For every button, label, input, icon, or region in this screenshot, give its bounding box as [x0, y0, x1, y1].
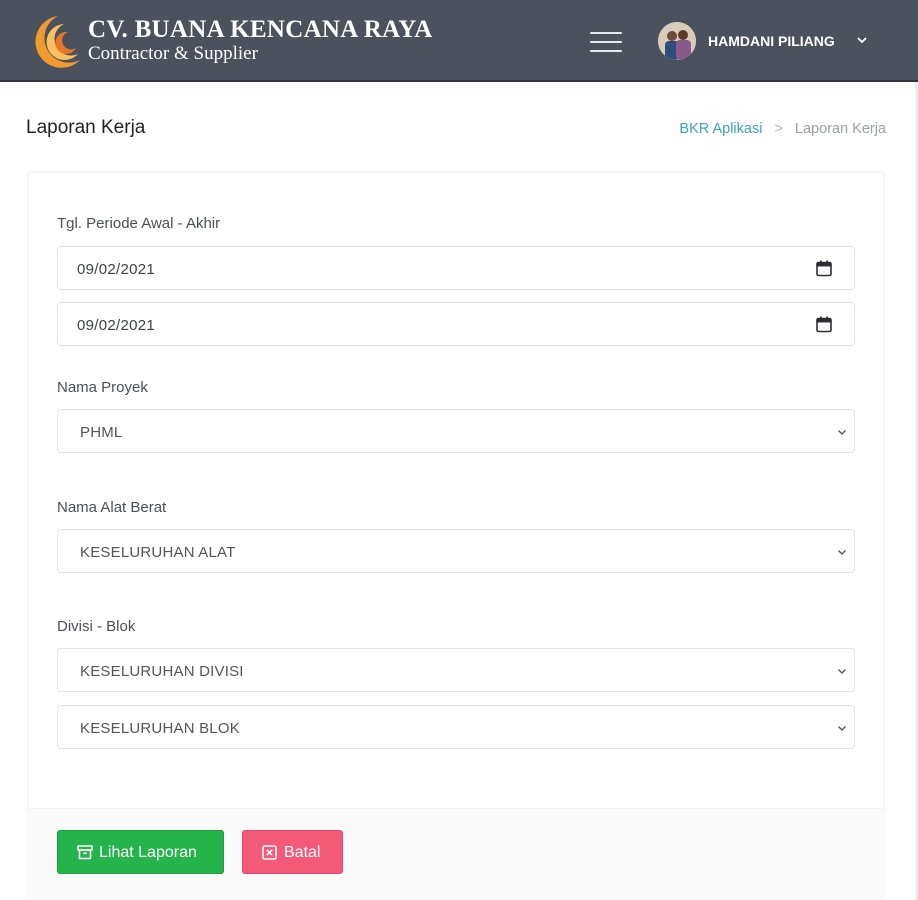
top-navbar: CV. BUANA KENCANA RAYA Contractor & Supp…: [0, 0, 918, 82]
view-report-label: Lihat Laporan: [99, 844, 197, 861]
user-menu-name[interactable]: HAMDANI PILIANG: [708, 33, 835, 49]
chevron-down-icon: [837, 549, 847, 556]
brand-title: CV. BUANA KENCANA RAYA: [88, 16, 433, 43]
chevron-down-icon: [837, 429, 847, 436]
alat-berat-selected-value: KESELURUHAN ALAT: [80, 544, 236, 561]
calendar-icon[interactable]: [816, 316, 832, 333]
view-report-button[interactable]: Lihat Laporan: [57, 830, 224, 874]
alat-berat-select[interactable]: KESELURUHAN ALAT: [57, 529, 855, 573]
brand-subtitle: Contractor & Supplier: [88, 43, 258, 64]
page-title: Laporan Kerja: [26, 117, 146, 138]
archive-icon: [77, 845, 93, 860]
chevron-down-icon[interactable]: [856, 34, 868, 46]
proyek-select[interactable]: PHML: [57, 409, 855, 453]
cancel-button[interactable]: Batal: [242, 830, 343, 874]
crescent-logo-icon[interactable]: [28, 12, 84, 72]
divisi-blok-label: Divisi - Blok: [57, 618, 136, 635]
end-date-input[interactable]: 09/02/2021: [57, 302, 855, 346]
hamburger-menu-icon[interactable]: [590, 30, 622, 54]
blok-select[interactable]: KESELURUHAN BLOK: [57, 705, 855, 749]
avatar[interactable]: [658, 22, 696, 60]
start-date-value: 09/02/2021: [77, 261, 156, 278]
close-square-icon: [262, 845, 277, 860]
breadcrumb-current: Laporan Kerja: [794, 121, 886, 137]
chevron-down-icon: [837, 725, 847, 732]
divisi-selected-value: KESELURUHAN DIVISI: [80, 663, 244, 680]
cancel-label: Batal: [284, 844, 321, 861]
end-date-value: 09/02/2021: [77, 317, 156, 334]
chevron-down-icon: [837, 668, 847, 675]
blok-selected-value: KESELURUHAN BLOK: [80, 720, 240, 737]
divisi-select[interactable]: KESELURUHAN DIVISI: [57, 648, 855, 692]
alat-berat-label: Nama Alat Berat: [57, 499, 167, 516]
start-date-input[interactable]: 09/02/2021: [57, 246, 855, 290]
proyek-label: Nama Proyek: [57, 379, 148, 396]
breadcrumb-separator: >: [774, 121, 783, 137]
breadcrumb: BKR Aplikasi > Laporan Kerja: [679, 121, 886, 137]
user-photo-icon: [658, 22, 696, 60]
breadcrumb-home-link[interactable]: BKR Aplikasi: [679, 121, 762, 137]
periode-label: Tgl. Periode Awal - Akhir: [57, 215, 221, 232]
proyek-selected-value: PHML: [80, 424, 123, 441]
calendar-icon[interactable]: [816, 260, 832, 277]
